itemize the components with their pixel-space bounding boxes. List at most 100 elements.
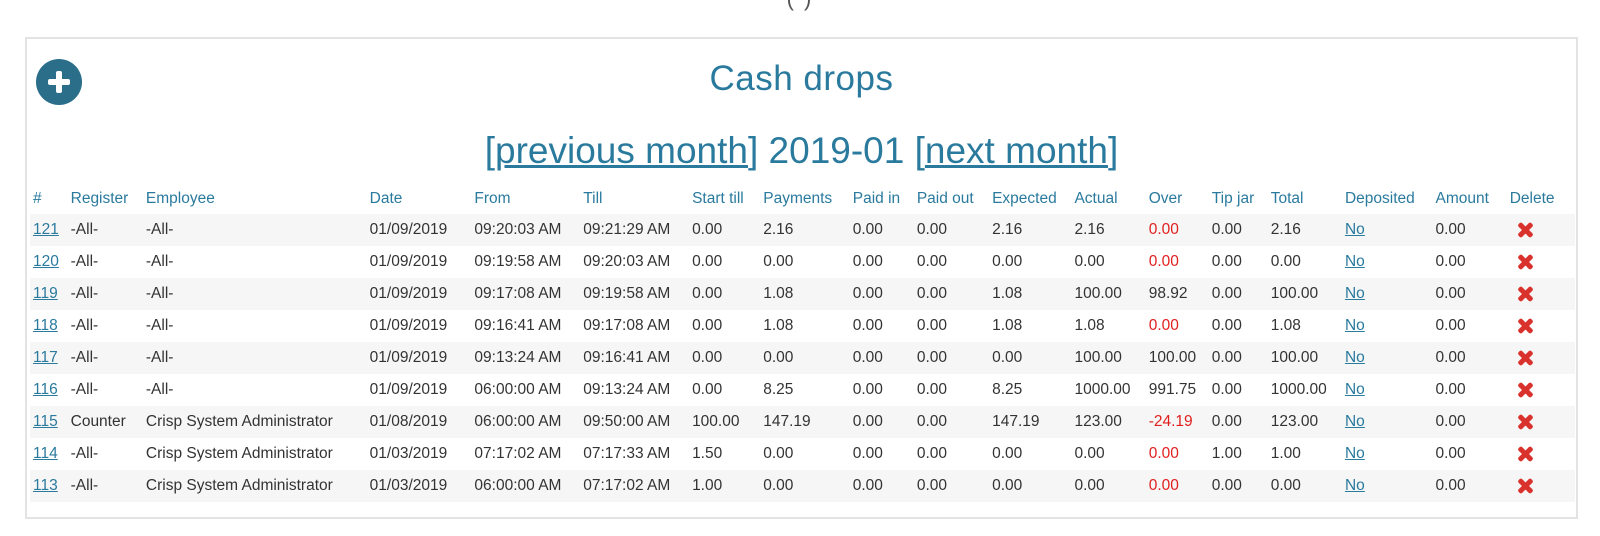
cash-drop-id-link[interactable]: 113 [33, 477, 58, 494]
col-header-actual[interactable]: Actual [1071, 183, 1145, 214]
actual-cell: 100.00 [1071, 342, 1146, 374]
payments-cell: 147.19 [760, 406, 850, 438]
col-header-id[interactable]: # [30, 183, 68, 214]
table-row: 114 -All- Crisp System Administrator 01/03/… [30, 438, 1575, 470]
col-header-over[interactable]: Over [1146, 183, 1209, 214]
register-cell: -All- [70, 381, 99, 398]
delete-cell [1506, 470, 1575, 502]
till-time-cell: 07:17:33 AM [583, 445, 671, 462]
delete-icon[interactable] [1517, 254, 1533, 270]
paid-in-cell: 0.00 [852, 381, 883, 398]
cash-drop-id-link[interactable]: 121 [33, 221, 59, 238]
table-row: 115 Counter Crisp System Administrator 01/0… [30, 406, 1575, 438]
deposited-link[interactable]: No [1345, 221, 1365, 238]
col-header-total[interactable]: Total [1268, 183, 1342, 214]
cash-drops-panel: Cash drops [previous month] 2019-01 [nex… [25, 37, 1578, 519]
amount-cell: 0.00 [1432, 342, 1507, 374]
tip-jar-cell: 0.00 [1211, 317, 1242, 334]
deposited-link[interactable]: No [1345, 285, 1365, 302]
col-header-start-till[interactable]: Start till [689, 183, 760, 214]
delete-cell [1507, 374, 1575, 406]
table-row: 119 -All- -All- 01/09/2019 09:17:08 AM 09:19:… [30, 278, 1575, 310]
delete-icon[interactable] [1517, 286, 1533, 302]
deposited-link[interactable]: No [1345, 381, 1365, 398]
delete-cell [1507, 438, 1575, 470]
tip-jar-cell: 0.00 [1208, 406, 1268, 438]
cash-drop-id-link[interactable]: 116 [33, 381, 58, 398]
cash-drop-id-link[interactable]: 120 [33, 253, 59, 270]
expected-cell: 8.25 [992, 381, 1023, 398]
deposited-link[interactable]: No [1345, 445, 1365, 462]
delete-icon[interactable] [1517, 222, 1533, 238]
cash-drop-id-cell: 120 [30, 246, 68, 278]
deposited-link[interactable]: No [1345, 317, 1365, 334]
register-cell: -All- [67, 278, 143, 310]
deposited-link[interactable]: No [1345, 413, 1365, 430]
delete-icon[interactable] [1517, 446, 1533, 462]
table-row: 120 -All- -All- 01/09/2019 09:19:58 AM 09:20:… [30, 246, 1575, 278]
deposited-link[interactable]: No [1345, 349, 1365, 366]
paid-in-cell: 0.00 [849, 342, 914, 374]
deposited-link[interactable]: No [1345, 253, 1365, 270]
table-row: 117 -All- -All- 01/09/2019 09:13:24 AM 09:16:… [30, 342, 1575, 374]
delete-icon[interactable] [1517, 382, 1533, 398]
delete-icon[interactable] [1517, 414, 1533, 430]
next-month-link[interactable]: next month [925, 130, 1108, 171]
col-header-from[interactable]: From [471, 183, 580, 214]
total-cell: 123.00 [1267, 406, 1342, 438]
cash-drop-id-link[interactable]: 114 [33, 445, 58, 462]
over-cell: -24.19 [1145, 406, 1209, 438]
expected-cell: 0.00 [989, 342, 1072, 374]
date-cell: 01/09/2019 [366, 342, 472, 374]
actual-cell: 0.00 [1074, 253, 1105, 270]
col-header-amount[interactable]: Amount [1432, 183, 1506, 214]
delete-cell [1507, 310, 1575, 342]
till-time-cell: 09:21:29 AM [580, 214, 690, 246]
col-header-till[interactable]: Till [580, 183, 689, 214]
table-body: 121 -All- -All- 01/09/2019 09:20:03 AM 09:21:… [30, 214, 1575, 502]
register-cell: -All- [70, 317, 99, 334]
paid-in-cell: 0.00 [849, 470, 914, 502]
deposited-link[interactable]: No [1345, 477, 1365, 494]
paid-out-cell: 0.00 [913, 470, 990, 502]
cash-drop-id-link[interactable]: 117 [33, 349, 58, 366]
date-cell: 01/09/2019 [366, 214, 472, 246]
col-header-employee[interactable]: Employee [143, 183, 367, 214]
deposited-cell: No [1342, 246, 1433, 278]
expected-cell: 0.00 [992, 253, 1023, 270]
deposited-cell: No [1341, 470, 1433, 502]
table-row: 121 -All- -All- 01/09/2019 09:20:03 AM 09:21:… [30, 214, 1575, 246]
col-header-tip-jar[interactable]: Tip jar [1209, 183, 1268, 214]
col-header-date[interactable]: Date [367, 183, 472, 214]
delete-icon[interactable] [1517, 350, 1533, 366]
expected-cell: 0.00 [989, 470, 1072, 502]
from-time-cell: 06:00:00 AM [471, 470, 581, 502]
delete-icon[interactable] [1517, 318, 1533, 334]
col-header-deposited[interactable]: Deposited [1342, 183, 1433, 214]
col-header-register[interactable]: Register [68, 183, 143, 214]
amount-cell: 0.00 [1432, 406, 1507, 438]
paid-in-cell: 0.00 [852, 253, 883, 270]
col-header-payments[interactable]: Payments [760, 183, 850, 214]
actual-cell: 2.16 [1071, 214, 1146, 246]
previous-month-link[interactable]: previous month [495, 130, 748, 171]
total-cell: 100.00 [1267, 342, 1342, 374]
current-month: 2019-01 [768, 130, 905, 171]
register-cell: Counter [67, 406, 143, 438]
col-header-paid-in[interactable]: Paid in [850, 183, 914, 214]
delete-icon[interactable] [1517, 478, 1533, 494]
payments-cell: 0.00 [763, 445, 794, 462]
paid-out-cell: 0.00 [916, 445, 947, 462]
cash-drop-id-link[interactable]: 115 [33, 413, 58, 430]
amount-cell: 0.00 [1432, 214, 1507, 246]
cash-drop-id-link[interactable]: 119 [33, 285, 58, 302]
payments-cell: 0.00 [763, 253, 794, 270]
actual-cell: 1000.00 [1074, 381, 1131, 398]
cash-drop-id-link[interactable]: 118 [33, 317, 58, 334]
paid-out-cell: 0.00 [913, 342, 990, 374]
paid-out-cell: 0.00 [916, 317, 947, 334]
col-header-delete: Delete [1509, 189, 1555, 207]
col-header-paid-out[interactable]: Paid out [914, 183, 989, 214]
deposited-cell: No [1342, 310, 1433, 342]
col-header-expected[interactable]: Expected [989, 183, 1071, 214]
